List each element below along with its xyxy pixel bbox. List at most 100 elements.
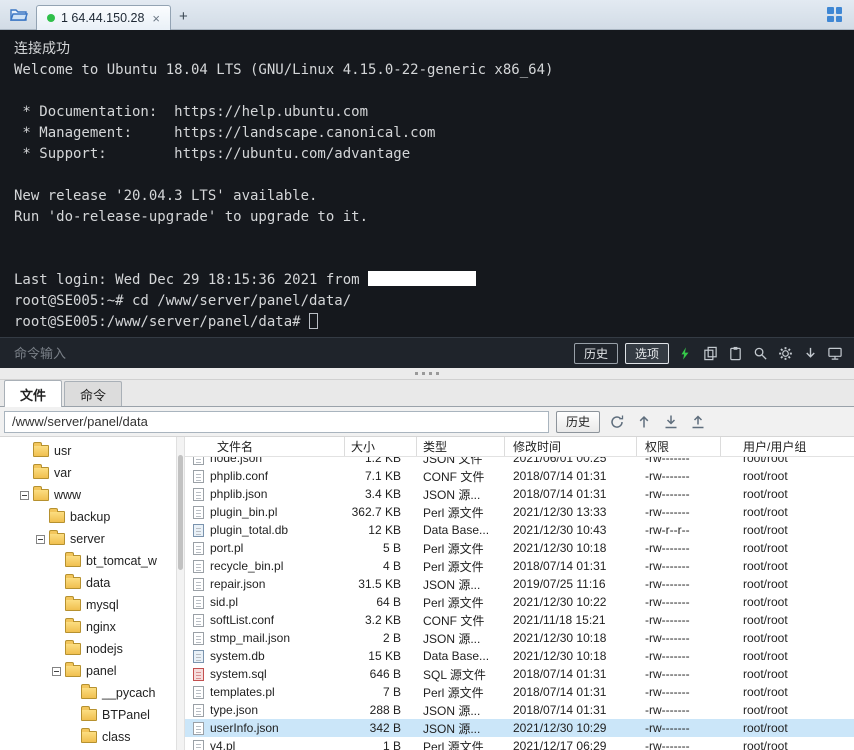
table-row[interactable]: softList.conf 3.2 KB CONF 文件 2021/11/18 … <box>185 611 854 629</box>
file-mtime: 2021/12/30 13:33 <box>505 505 637 519</box>
terminal-output[interactable]: 连接成功 Welcome to Ubuntu 18.04 LTS (GNU/Li… <box>0 30 854 337</box>
file-icon <box>193 542 204 555</box>
file-mtime: 2018/07/14 01:31 <box>505 667 637 681</box>
paste-button[interactable] <box>726 344 744 362</box>
upload-file-button[interactable] <box>688 412 708 432</box>
file-name: phplib.json <box>210 487 267 501</box>
tree-item[interactable]: BTPanel <box>0 704 176 726</box>
tree-item[interactable]: panel <box>0 660 176 682</box>
table-row[interactable]: plugin_bin.pl 362.7 KB Perl 源文件 2021/12/… <box>185 503 854 521</box>
expand-toggle-icon[interactable] <box>52 667 61 676</box>
column-header-type[interactable]: 类型 <box>417 437 505 456</box>
table-row[interactable]: system.sql 646 B SQL 源文件 2018/07/14 01:3… <box>185 665 854 683</box>
copy-button[interactable] <box>701 344 719 362</box>
table-row[interactable]: userInfo.json 342 B JSON 源... 2021/12/30… <box>185 719 854 737</box>
tree-item-label: BTPanel <box>102 708 150 722</box>
table-row[interactable]: sid.pl 64 B Perl 源文件 2021/12/30 10:22 -r… <box>185 593 854 611</box>
column-header-size[interactable]: 大小 <box>345 437 417 456</box>
tree-item[interactable]: var <box>0 462 176 484</box>
file-owner: root/root <box>721 559 854 573</box>
scrollbar-thumb[interactable] <box>178 455 183 570</box>
tree-item[interactable]: nginx <box>0 616 176 638</box>
folder-icon <box>33 467 49 479</box>
parent-directory-button[interactable] <box>634 412 654 432</box>
file-icon <box>193 506 204 519</box>
path-history-button[interactable]: 历史 <box>556 411 600 433</box>
tree-item[interactable]: data <box>0 572 176 594</box>
file-browser: usr var www backup server bt_tomcat_w da… <box>0 437 854 750</box>
file-owner: root/root <box>721 649 854 663</box>
file-type: Perl 源文件 <box>417 558 505 575</box>
tree-item[interactable]: mysql <box>0 594 176 616</box>
options-button[interactable]: 选项 <box>625 343 669 364</box>
window-layout-grid-icon[interactable] <box>827 7 842 22</box>
file-type: Perl 源文件 <box>417 738 505 750</box>
table-row[interactable]: repair.json 31.5 KB JSON 源... 2019/07/25… <box>185 575 854 593</box>
tree-item[interactable]: server <box>0 528 176 550</box>
tab-commands[interactable]: 命令 <box>64 381 122 406</box>
tree-item-label: server <box>70 532 105 546</box>
download-button[interactable] <box>801 344 819 362</box>
table-row[interactable]: v4.pl 1 B Perl 源文件 2021/12/17 06:29 -rw-… <box>185 737 854 750</box>
file-size: 1.2 KB <box>345 457 417 467</box>
file-name: node.json <box>210 457 262 465</box>
file-mtime: 2021/06/01 00:25 <box>505 457 637 465</box>
column-header-filename[interactable]: 文件名 <box>185 437 345 456</box>
tree-item[interactable]: nodejs <box>0 638 176 660</box>
table-row[interactable]: phplib.conf 7.1 KB CONF 文件 2018/07/14 01… <box>185 467 854 485</box>
expand-toggle-icon[interactable] <box>36 535 45 544</box>
tab-files[interactable]: 文件 <box>4 380 62 407</box>
close-tab-icon[interactable]: × <box>150 12 162 25</box>
table-row[interactable]: templates.pl 7 B Perl 源文件 2018/07/14 01:… <box>185 683 854 701</box>
path-input[interactable] <box>4 411 549 433</box>
folder-icon <box>65 643 81 655</box>
session-tab[interactable]: 1 64.44.150.28 × <box>36 5 171 30</box>
expand-toggle-icon[interactable] <box>20 491 29 500</box>
column-header-owner[interactable]: 用户/用户组 <box>721 437 854 456</box>
monitor-button[interactable] <box>826 344 844 362</box>
column-header-perm[interactable]: 权限 <box>637 437 721 456</box>
terminal-text: Run 'do-release-upgrade' to upgrade to i… <box>14 209 368 225</box>
table-row[interactable]: port.pl 5 B Perl 源文件 2021/12/30 10:18 -r… <box>185 539 854 557</box>
download-file-button[interactable] <box>661 412 681 432</box>
table-row[interactable]: stmp_mail.json 2 B JSON 源... 2021/12/30 … <box>185 629 854 647</box>
file-mtime: 2021/12/17 06:29 <box>505 739 637 750</box>
new-tab-button[interactable]: + <box>171 8 196 29</box>
table-row[interactable]: node.json 1.2 KB JSON 文件 2021/06/01 00:2… <box>185 457 854 467</box>
search-button[interactable] <box>751 344 769 362</box>
command-input[interactable] <box>14 346 567 361</box>
table-row[interactable]: recycle_bin.pl 4 B Perl 源文件 2018/07/14 0… <box>185 557 854 575</box>
file-icon <box>193 524 204 537</box>
file-perm: -rw------- <box>637 685 721 699</box>
table-row[interactable]: type.json 288 B JSON 源... 2018/07/14 01:… <box>185 701 854 719</box>
connection-manager-button[interactable] <box>6 3 32 27</box>
tree-item[interactable]: __pycach <box>0 682 176 704</box>
quick-command-button[interactable] <box>676 344 694 362</box>
file-owner: root/root <box>721 541 854 555</box>
table-row[interactable]: phplib.json 3.4 KB JSON 源... 2018/07/14 … <box>185 485 854 503</box>
panel-splitter[interactable] <box>0 368 854 380</box>
tree-item[interactable]: class <box>0 726 176 748</box>
settings-button[interactable] <box>776 344 794 362</box>
tree-item[interactable]: bt_tomcat_w <box>0 550 176 572</box>
terminal-line: * Documentation: https://help.ubuntu.com <box>14 102 854 123</box>
history-button[interactable]: 历史 <box>574 343 618 364</box>
column-header-mtime[interactable]: 修改时间 <box>505 437 637 456</box>
file-icon <box>193 740 204 750</box>
refresh-button[interactable] <box>607 412 627 432</box>
tree-item[interactable]: usr <box>0 440 176 462</box>
table-row[interactable]: system.db 15 KB Data Base... 2021/12/30 … <box>185 647 854 665</box>
tree-item[interactable]: www <box>0 484 176 506</box>
table-row[interactable]: plugin_total.db 12 KB Data Base... 2021/… <box>185 521 854 539</box>
tree-item[interactable]: backup <box>0 506 176 528</box>
file-size: 31.5 KB <box>345 575 417 593</box>
tree-item-label: __pycach <box>102 686 156 700</box>
file-size: 7.1 KB <box>345 467 417 485</box>
file-mtime: 2018/07/14 01:31 <box>505 703 637 717</box>
tree-item-label: backup <box>70 510 110 524</box>
file-name: repair.json <box>210 577 265 591</box>
tree-scrollbar[interactable] <box>176 437 185 750</box>
file-owner: root/root <box>721 703 854 717</box>
terminal-cursor <box>309 313 318 329</box>
tree-item-label: bt_tomcat_w <box>86 554 157 568</box>
